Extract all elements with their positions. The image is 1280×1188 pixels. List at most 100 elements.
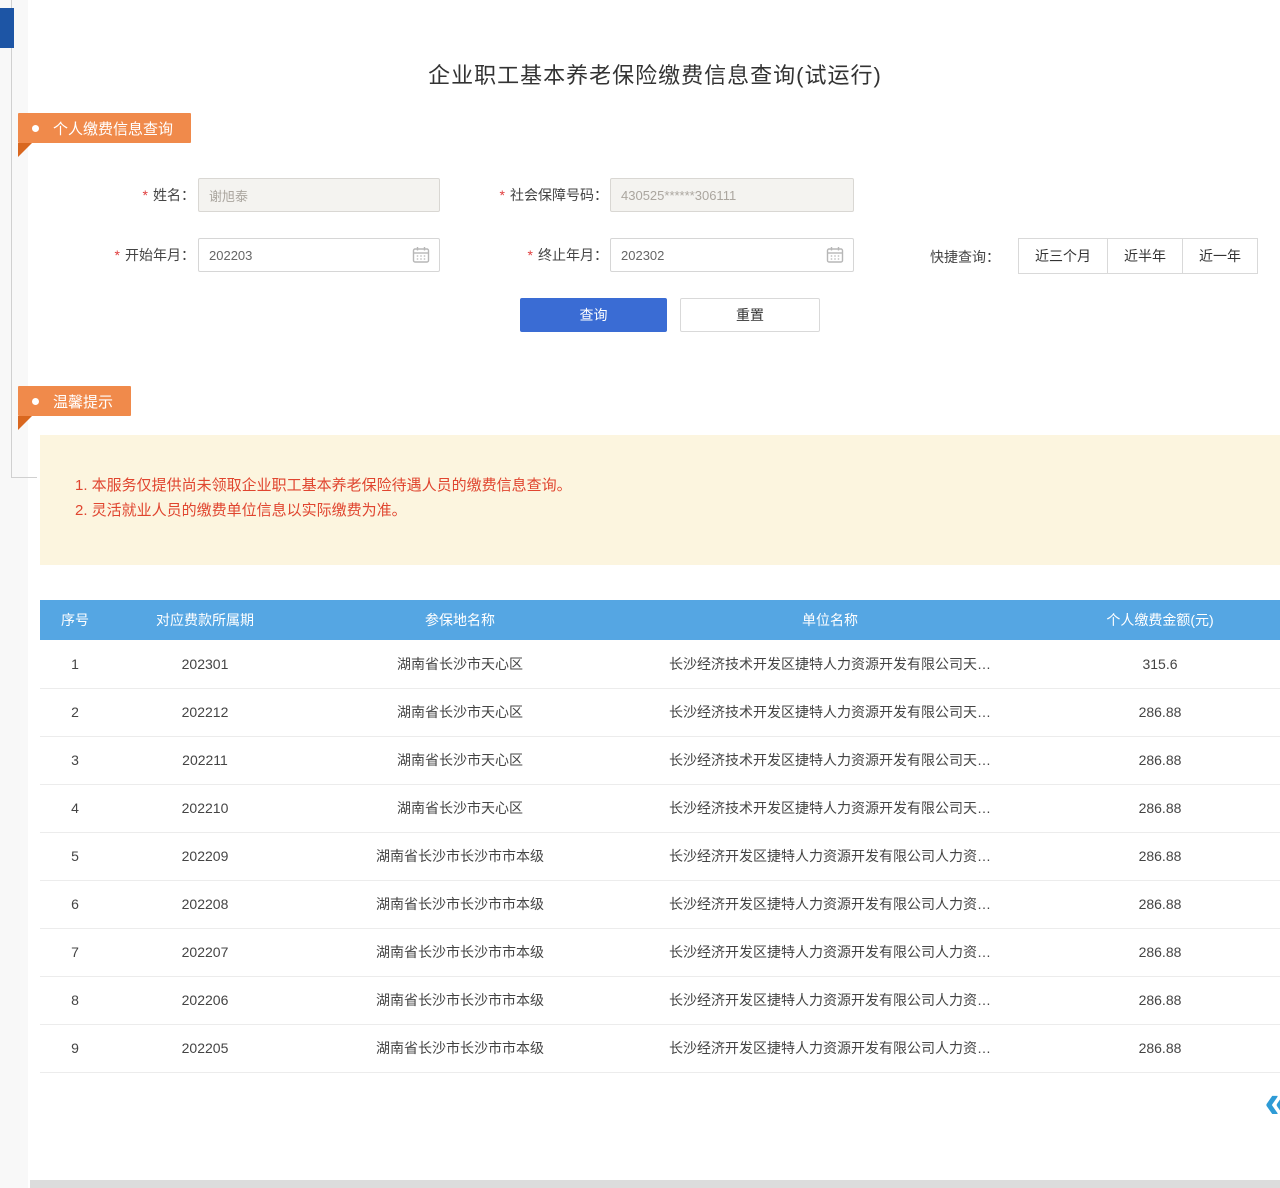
table-cell: 202207	[110, 928, 300, 976]
table-cell: 长沙经济技术开发区捷特人力资源开发有限公司天…	[620, 688, 1040, 736]
end-month-label: *终止年月：	[430, 238, 608, 272]
end-month-input[interactable]	[610, 238, 854, 272]
calendar-icon[interactable]	[412, 246, 430, 264]
ribbon-fold	[18, 416, 32, 430]
table-cell: 长沙经济开发区捷特人力资源开发有限公司人力资…	[620, 1024, 1040, 1072]
table-cell: 湖南省长沙市长沙市市本级	[300, 928, 620, 976]
table-row: 2202212湖南省长沙市天心区长沙经济技术开发区捷特人力资源开发有限公司天…2…	[40, 688, 1280, 736]
table-cell: 286.88	[1040, 832, 1280, 880]
bullet-dot-icon	[32, 398, 39, 405]
table-cell: 湖南省长沙市天心区	[300, 688, 620, 736]
left-rail	[0, 0, 28, 1188]
reset-button[interactable]: 重置	[680, 298, 820, 332]
start-month-label: *开始年月：	[85, 238, 195, 272]
table-cell: 湖南省长沙市天心区	[300, 736, 620, 784]
table-cell: 湖南省长沙市长沙市市本级	[300, 976, 620, 1024]
column-header-period: 对应费款所属期	[110, 600, 300, 640]
table-cell: 7	[40, 928, 110, 976]
table-cell: 202210	[110, 784, 300, 832]
table-cell: 9	[40, 1024, 110, 1072]
table-cell: 286.88	[1040, 928, 1280, 976]
table-cell: 202211	[110, 736, 300, 784]
table-cell: 3	[40, 736, 110, 784]
section-badge-personal-query: 个人缴费信息查询	[18, 113, 191, 143]
table-cell: 长沙经济开发区捷特人力资源开发有限公司人力资…	[620, 928, 1040, 976]
notice-box: 1. 本服务仅提供尚未领取企业职工基本养老保险待遇人员的缴费信息查询。 2. 灵…	[40, 435, 1280, 565]
ssn-field[interactable]	[610, 178, 854, 212]
left-rail-border-bottom	[11, 477, 37, 478]
left-rail-border	[11, 0, 12, 477]
ribbon-fold	[18, 143, 32, 157]
table-cell: 长沙经济技术开发区捷特人力资源开发有限公司天…	[620, 784, 1040, 832]
name-field[interactable]	[198, 178, 440, 212]
quick-btn-last-year[interactable]: 近一年	[1182, 238, 1258, 274]
pension-query-page: 企业职工基本养老保险缴费信息查询(试运行) 个人缴费信息查询 *姓名： *社会保…	[0, 0, 1280, 1188]
column-header-place: 参保地名称	[300, 600, 620, 640]
table-cell: 286.88	[1040, 688, 1280, 736]
table-cell: 长沙经济开发区捷特人力资源开发有限公司人力资…	[620, 880, 1040, 928]
table-row: 8202206湖南省长沙市长沙市市本级长沙经济开发区捷特人力资源开发有限公司人力…	[40, 976, 1280, 1024]
table-row: 4202210湖南省长沙市天心区长沙经济技术开发区捷特人力资源开发有限公司天…2…	[40, 784, 1280, 832]
table-header-row: 序号 对应费款所属期 参保地名称 单位名称 个人缴费金额(元)	[40, 600, 1280, 640]
notice-line: 1. 本服务仅提供尚未领取企业职工基本养老保险待遇人员的缴费信息查询。	[75, 473, 1280, 498]
table-cell: 8	[40, 976, 110, 1024]
quick-btn-last-3-months[interactable]: 近三个月	[1018, 238, 1108, 274]
table-cell: 202209	[110, 832, 300, 880]
table-cell: 286.88	[1040, 784, 1280, 832]
quick-btn-last-half-year[interactable]: 近半年	[1107, 238, 1183, 274]
required-asterisk: *	[528, 247, 533, 263]
quick-query-label: 快捷查询：	[930, 247, 1000, 267]
table-cell: 1	[40, 640, 110, 688]
table-cell: 湖南省长沙市天心区	[300, 640, 620, 688]
table-cell: 202212	[110, 688, 300, 736]
table-row: 1202301湖南省长沙市天心区长沙经济技术开发区捷特人力资源开发有限公司天…3…	[40, 640, 1280, 688]
table-cell: 286.88	[1040, 1024, 1280, 1072]
section-badge-label: 温馨提示	[53, 391, 113, 412]
horizontal-scrollbar[interactable]	[30, 1180, 1280, 1188]
required-asterisk: *	[143, 187, 148, 203]
table-row: 9202205湖南省长沙市长沙市市本级长沙经济开发区捷特人力资源开发有限公司人力…	[40, 1024, 1280, 1072]
column-header-amount: 个人缴费金额(元)	[1040, 600, 1280, 640]
collapse-panel-icon[interactable]: «	[1264, 1078, 1280, 1124]
table-cell: 6	[40, 880, 110, 928]
table-cell: 湖南省长沙市长沙市市本级	[300, 1024, 620, 1072]
table-row: 5202209湖南省长沙市长沙市市本级长沙经济开发区捷特人力资源开发有限公司人力…	[40, 832, 1280, 880]
ssn-label: *社会保障号码：	[430, 178, 608, 212]
table-cell: 315.6	[1040, 640, 1280, 688]
table-cell: 4	[40, 784, 110, 832]
required-asterisk: *	[115, 247, 120, 263]
table-row: 3202211湖南省长沙市天心区长沙经济技术开发区捷特人力资源开发有限公司天…2…	[40, 736, 1280, 784]
table-cell: 5	[40, 832, 110, 880]
table-cell: 202206	[110, 976, 300, 1024]
column-header-unit: 单位名称	[620, 600, 1040, 640]
table-cell: 长沙经济开发区捷特人力资源开发有限公司人力资…	[620, 832, 1040, 880]
table-cell: 2	[40, 688, 110, 736]
table-cell: 长沙经济技术开发区捷特人力资源开发有限公司天…	[620, 736, 1040, 784]
page-title: 企业职工基本养老保险缴费信息查询(试运行)	[30, 58, 1280, 90]
left-edge-tab[interactable]	[0, 8, 14, 48]
calendar-icon[interactable]	[826, 246, 844, 264]
table-cell: 202301	[110, 640, 300, 688]
table-cell: 286.88	[1040, 880, 1280, 928]
table-cell: 湖南省长沙市天心区	[300, 784, 620, 832]
column-header-index: 序号	[40, 600, 110, 640]
payment-results-table: 序号 对应费款所属期 参保地名称 单位名称 个人缴费金额(元) 1202301湖…	[40, 600, 1280, 1073]
notice-line: 2. 灵活就业人员的缴费单位信息以实际缴费为准。	[75, 498, 1280, 523]
section-badge-tips: 温馨提示	[18, 386, 131, 416]
table-cell: 湖南省长沙市长沙市市本级	[300, 832, 620, 880]
quick-query-group: 近三个月 近半年 近一年	[1018, 238, 1258, 274]
table-cell: 286.88	[1040, 736, 1280, 784]
table-cell: 长沙经济技术开发区捷特人力资源开发有限公司天…	[620, 640, 1040, 688]
table-row: 7202207湖南省长沙市长沙市市本级长沙经济开发区捷特人力资源开发有限公司人力…	[40, 928, 1280, 976]
table-cell: 湖南省长沙市长沙市市本级	[300, 880, 620, 928]
table-cell: 202205	[110, 1024, 300, 1072]
bullet-dot-icon	[32, 125, 39, 132]
name-label: *姓名：	[85, 178, 195, 212]
table-cell: 长沙经济开发区捷特人力资源开发有限公司人力资…	[620, 976, 1040, 1024]
table-cell: 202208	[110, 880, 300, 928]
section-badge-label: 个人缴费信息查询	[53, 118, 173, 139]
required-asterisk: *	[500, 187, 505, 203]
start-month-input[interactable]	[198, 238, 440, 272]
query-button[interactable]: 查询	[520, 298, 667, 332]
table-cell: 286.88	[1040, 976, 1280, 1024]
